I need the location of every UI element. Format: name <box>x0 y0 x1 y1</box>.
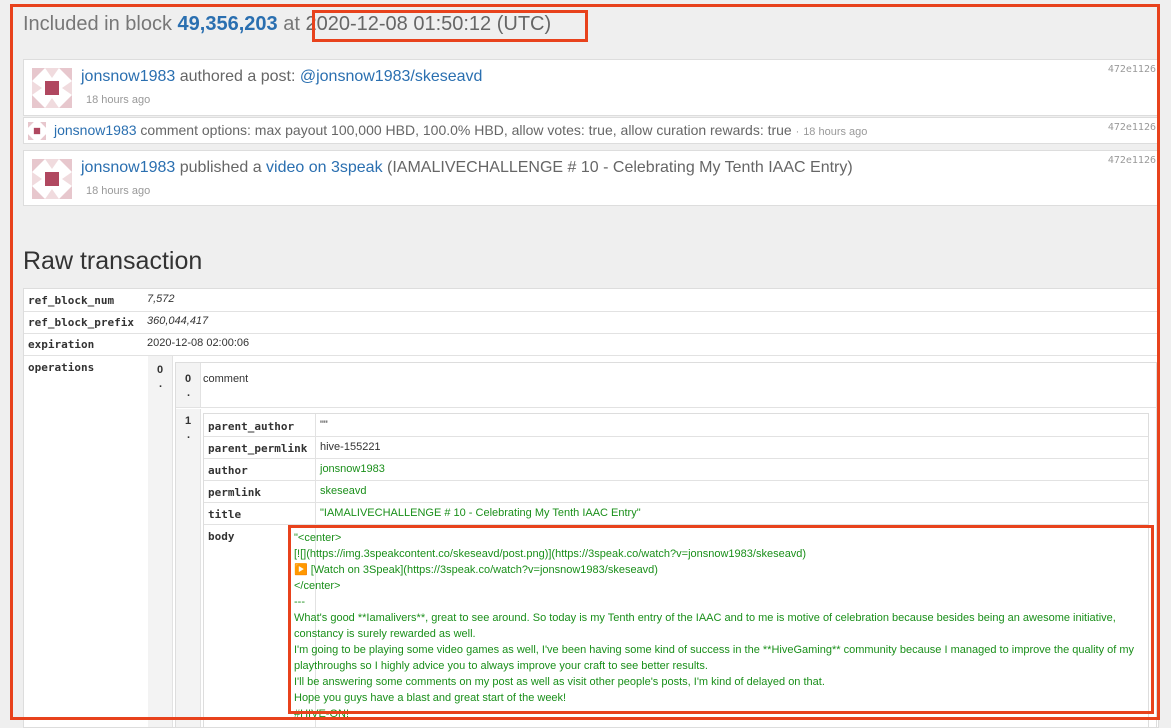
video-title: (IAMALIVECHALLENGE # 10 - Celebrating My… <box>387 159 853 176</box>
row-ref-block-prefix: ref_block_prefix 360,044,417 <box>24 311 1158 334</box>
field-value: "" <box>320 419 328 431</box>
op-timestamp: 18 hours ago <box>86 185 151 197</box>
block-header: Included in block 49,356,203 at 2020-12-… <box>23 13 551 36</box>
value-ref-block-prefix: 360,044,417 <box>147 315 209 327</box>
block-at: at <box>283 13 300 35</box>
field-value: skeseavd <box>320 485 367 497</box>
identicon-icon <box>32 159 72 199</box>
ops-index-column: 0 . <box>148 356 173 727</box>
sub-index-1: 1 . <box>176 409 201 727</box>
field-row-permlink: permlink skeseavd <box>204 480 1148 503</box>
sub-index-label: 1 <box>185 415 192 427</box>
op-text: comment options: max payout 100,000 HBD,… <box>140 122 792 138</box>
op-action: authored a post: <box>179 68 296 85</box>
value-expiration: 2020-12-08 02:00:06 <box>147 337 250 349</box>
field-row-parent-author: parent_author "" <box>204 414 1148 437</box>
field-key: permlink <box>208 486 261 499</box>
op-type-value: comment <box>203 373 249 385</box>
op-action: published a <box>179 159 262 176</box>
op-separator: · <box>795 126 800 138</box>
sub-index-0: 0 . <box>176 363 201 408</box>
key-operations: operations <box>28 361 95 374</box>
key-ref-block-prefix: ref_block_prefix <box>28 316 134 329</box>
raw-transaction-heading: Raw transaction <box>23 247 203 275</box>
post-link[interactable]: @jonsnow1983/skeseavd <box>300 68 483 85</box>
row-ref-block-num: ref_block_num 7,572 <box>24 289 1158 312</box>
op-card-video: jonsnow1983 published a video on 3speak … <box>23 150 1159 206</box>
op-index-dot: . <box>159 378 163 390</box>
body-line: I'll be answering some comments on my po… <box>294 676 825 688</box>
body-line: </center> <box>294 580 341 592</box>
op-timestamp: 18 hours ago <box>86 94 151 106</box>
body-line: --- <box>294 596 305 608</box>
field-key: title <box>208 508 242 521</box>
field-value: jonsnow1983 <box>320 463 385 475</box>
op-card-post: jonsnow1983 authored a post: @jonsnow198… <box>23 59 1159 116</box>
key-expiration: expiration <box>28 338 95 351</box>
block-number-link[interactable]: 49,356,203 <box>178 13 278 35</box>
field-row-title: title "IAMALIVECHALLENGE # 10 - Celebrat… <box>204 502 1148 525</box>
op-summary: jonsnow1983 authored a post: @jonsnow198… <box>81 68 482 86</box>
op-summary: jonsnow1983 comment options: max payout … <box>54 122 867 138</box>
video-link[interactable]: video on 3speak <box>266 159 383 176</box>
body-line: What's good **Iamalivers**, great to see… <box>294 612 1116 640</box>
field-value: hive-155221 <box>320 441 381 453</box>
identicon-icon <box>28 122 46 140</box>
block-date: 2020-12-08 01:50:12 (UTC) <box>305 13 552 35</box>
row-expiration: expiration 2020-12-08 02:00:06 <box>24 333 1158 356</box>
author-link[interactable]: jonsnow1983 <box>54 122 137 138</box>
op-summary: jonsnow1983 published a video on 3speak … <box>81 159 853 177</box>
sub-index-dot: . <box>187 387 191 399</box>
body-line: Hope you guys have a blast and great sta… <box>294 692 567 704</box>
body-value: "<center> [![](https://img.3speakcontent… <box>294 530 1144 722</box>
sub-index-label: 0 <box>185 373 192 385</box>
body-line: I'm going to be playing some video games… <box>294 644 1135 672</box>
body-line: #HIVE-ON! <box>294 708 350 720</box>
body-line: "<center> <box>294 532 342 544</box>
field-key: parent_permlink <box>208 442 308 455</box>
tx-hash[interactable]: 472e1126 <box>1108 64 1156 75</box>
value-ref-block-num: 7,572 <box>147 293 175 305</box>
field-row-parent-permlink: parent_permlink hive-155221 <box>204 436 1148 459</box>
key-ref-block-num: ref_block_num <box>28 294 115 307</box>
author-link[interactable]: jonsnow1983 <box>81 68 175 85</box>
body-line: [![](https://img.3speakcontent.co/skesea… <box>294 548 807 560</box>
sub-index-dot: . <box>187 429 191 441</box>
op-card-comment-options: jonsnow1983 comment options: max payout … <box>23 117 1159 144</box>
op-index: 0 <box>157 364 164 376</box>
tx-hash[interactable]: 472e1126 <box>1108 122 1156 133</box>
field-key: parent_author <box>208 420 295 433</box>
op-timestamp: 18 hours ago <box>803 126 868 138</box>
field-row-author: author jonsnow1983 <box>204 458 1148 481</box>
author-link[interactable]: jonsnow1983 <box>81 159 175 176</box>
field-key: author <box>208 464 248 477</box>
body-line: ▶️ [Watch on 3Speak](https://3speak.co/w… <box>294 564 658 576</box>
block-prefix: Included in block <box>23 13 172 35</box>
field-key: body <box>208 530 235 543</box>
field-value: "IAMALIVECHALLENGE # 10 - Celebrating My… <box>320 507 641 519</box>
identicon-icon <box>32 68 72 108</box>
tx-hash[interactable]: 472e1126 <box>1108 155 1156 166</box>
